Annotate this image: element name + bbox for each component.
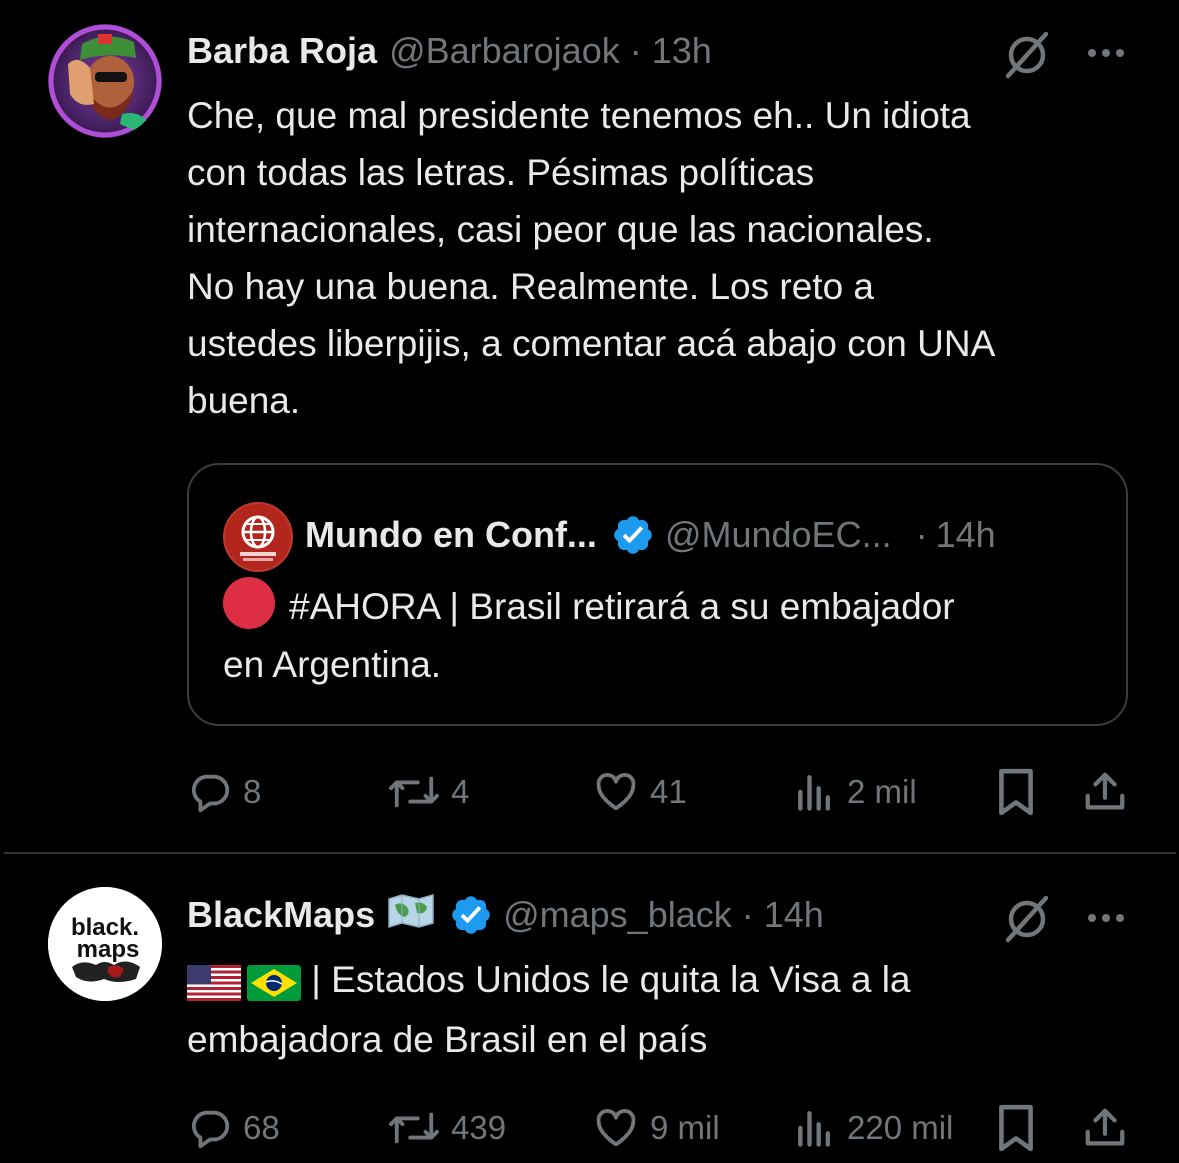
like-icon	[596, 1108, 636, 1147]
tweet-barba-roja[interactable]: Barba Roja @Barbarojaok · 13h Che, que m…	[0, 0, 1179, 852]
avatar-image	[223, 502, 293, 572]
tweet-blackmaps[interactable]: black. maps BlackMaps @maps_black · 14h	[0, 854, 1179, 1163]
quoted-timestamp[interactable]: 14h	[936, 514, 996, 556]
author-name[interactable]: Barba Roja	[187, 30, 377, 72]
quoted-tweet[interactable]: Mundo en Conf... @MundoEC... · 14h #AHOR…	[187, 463, 1128, 726]
reply-button[interactable]: 8	[187, 766, 261, 818]
tweet-actions: 68 439 9 mil 220 mil	[187, 1102, 1147, 1154]
tweet-header: BlackMaps @maps_black · 14h	[187, 890, 824, 940]
reply-count: 8	[243, 773, 262, 810]
like-button[interactable]: 41	[592, 766, 687, 818]
tweet-text-line1: | Estados Unidos le quita la Visa a la	[301, 959, 911, 1000]
quoted-tweet-text: #AHORA | Brasil retirará a su embajador …	[223, 577, 1103, 694]
like-icon	[596, 772, 636, 811]
avatar-image	[48, 24, 162, 138]
share-icon	[1085, 1108, 1125, 1146]
separator-dot: ·	[741, 894, 754, 935]
views-button[interactable]: 2 mil	[793, 766, 917, 818]
tweet-text: | Estados Unidos le quita la Visa a la e…	[187, 951, 1147, 1068]
bookmark-icon	[999, 768, 1033, 816]
views-icon	[798, 1111, 831, 1147]
tweet-actions: 8 4 41 2 mil	[187, 766, 1147, 818]
retweet-icon	[389, 1112, 439, 1144]
retweet-count: 439	[451, 1109, 507, 1146]
share-button[interactable]	[1082, 766, 1128, 818]
avatar-text-line2: maps	[77, 936, 140, 963]
share-icon	[1085, 772, 1125, 810]
quoted-author-name[interactable]: Mundo en Conf...	[305, 514, 597, 556]
avatar-image: black. maps	[48, 887, 162, 1001]
reply-button[interactable]: 68	[187, 1102, 280, 1154]
reply-icon	[191, 774, 230, 813]
retweet-button[interactable]: 4	[387, 766, 469, 818]
share-button[interactable]	[1082, 1102, 1128, 1154]
retweet-icon	[389, 776, 439, 808]
author-handle[interactable]: @maps_black	[503, 894, 732, 936]
avatar-barba-roja[interactable]	[48, 24, 162, 138]
author-handle[interactable]: @Barbarojaok	[389, 30, 620, 72]
brazil-flag	[247, 954, 301, 1011]
like-count: 41	[650, 773, 687, 810]
bookmark-button[interactable]	[995, 766, 1037, 818]
quoted-author-handle[interactable]: @MundoEC...	[665, 514, 892, 556]
separator-dot: ·	[915, 514, 928, 555]
tweet-text-line2: embajadora de Brasil en el país	[187, 1018, 708, 1060]
retweet-count: 4	[451, 773, 470, 810]
view-count: 220 mil	[847, 1109, 954, 1146]
tweet-header: Barba Roja @Barbarojaok · 13h	[187, 26, 712, 76]
us-flag	[187, 954, 241, 1011]
more-icon[interactable]	[1082, 41, 1130, 65]
views-button[interactable]: 220 mil	[793, 1102, 953, 1154]
author-name[interactable]: BlackMaps	[187, 894, 375, 936]
view-count: 2 mil	[847, 773, 917, 810]
like-button[interactable]: 9 mil	[592, 1102, 720, 1154]
more-icon[interactable]	[1082, 906, 1130, 930]
avatar-blackmaps[interactable]: black. maps	[48, 887, 162, 1001]
timestamp[interactable]: 13h	[652, 30, 712, 72]
verified-icon	[449, 893, 493, 937]
retweet-button[interactable]: 439	[387, 1102, 506, 1154]
red-circle-emoji	[223, 577, 275, 629]
reply-count: 68	[243, 1109, 280, 1146]
views-icon	[798, 775, 831, 811]
timestamp[interactable]: 14h	[764, 894, 824, 936]
grok-icon[interactable]	[1000, 892, 1054, 946]
verified-icon	[611, 513, 655, 557]
avatar-mundo-en-conflicto[interactable]	[223, 502, 293, 572]
like-count: 9 mil	[650, 1109, 720, 1146]
quoted-text: #AHORA | Brasil retirará a su embajador …	[223, 586, 955, 685]
bookmark-icon	[999, 1104, 1033, 1152]
tweet-text: Che, que mal presidente tenemos eh.. Un …	[187, 95, 996, 421]
quoted-tweet-header: Mundo en Conf... @MundoEC... · 14h	[305, 511, 996, 559]
map-emoji	[387, 893, 435, 938]
separator-dot: ·	[629, 30, 642, 71]
reply-icon	[191, 1110, 230, 1149]
grok-icon[interactable]	[1000, 28, 1054, 82]
bookmark-button[interactable]	[995, 1102, 1037, 1154]
